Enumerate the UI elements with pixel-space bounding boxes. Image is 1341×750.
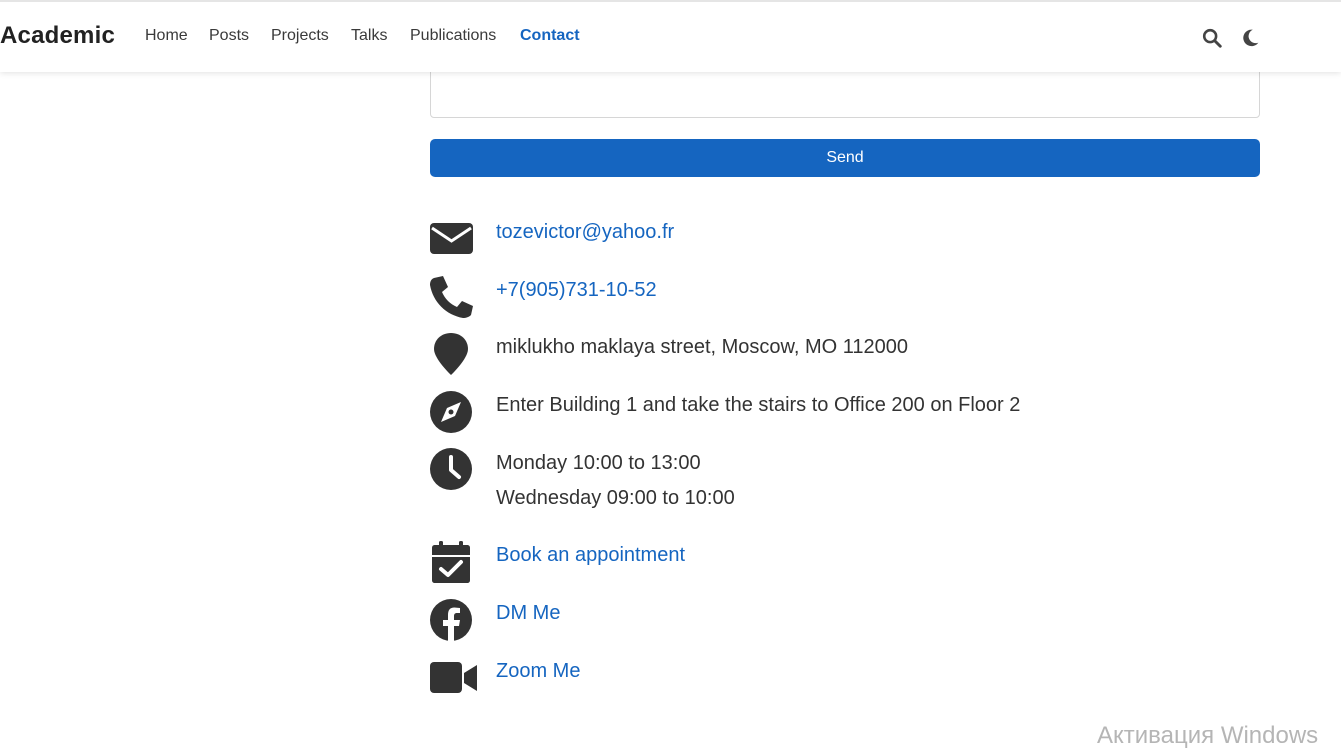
send-button[interactable]: Send (430, 139, 1260, 177)
compass-icon (430, 391, 472, 433)
nav-link-publications[interactable]: Publications (410, 27, 496, 45)
nav-link-posts[interactable]: Posts (209, 27, 249, 45)
nav-link-home[interactable]: Home (145, 27, 188, 45)
moon-icon[interactable] (1240, 27, 1262, 49)
calendar-check-icon (432, 541, 470, 583)
address-text: miklukho maklaya street, Moscow, MO 1120… (496, 336, 909, 358)
phone-link[interactable]: +7(905)731-10-52 (496, 278, 657, 302)
nav-link-projects[interactable]: Projects (271, 27, 329, 45)
facebook-icon (430, 599, 472, 641)
book-appointment-link[interactable]: Book an appointment (496, 543, 685, 567)
map-pin-icon (434, 333, 468, 375)
clock-icon (430, 448, 472, 490)
office-hours-line: Monday 10:00 to 13:00 (496, 452, 701, 474)
envelope-icon (430, 223, 473, 254)
windows-activation-watermark: Активация Windows (1097, 722, 1319, 749)
directions-text: Enter Building 1 and take the stairs to … (496, 394, 1021, 416)
navbar: Academic Home Posts Projects Talks Publi… (0, 0, 1341, 72)
phone-icon (430, 276, 473, 318)
nav-link-talks[interactable]: Talks (351, 27, 387, 45)
page: Academic Home Posts Projects Talks Publi… (0, 0, 1341, 750)
search-icon[interactable] (1201, 27, 1223, 49)
dm-link[interactable]: DM Me (496, 601, 560, 625)
office-hours-line: Wednesday 09:00 to 10:00 (496, 487, 735, 509)
brand-logo[interactable]: Academic (0, 22, 115, 50)
email-link[interactable]: tozevictor@yahoo.fr (496, 220, 674, 244)
zoom-link[interactable]: Zoom Me (496, 659, 580, 683)
video-camera-icon (430, 662, 477, 693)
nav-link-contact[interactable]: Contact (520, 27, 580, 45)
